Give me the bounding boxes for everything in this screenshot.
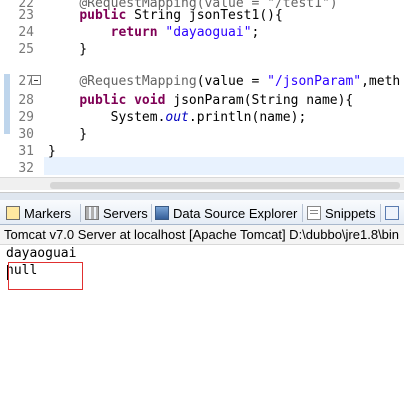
line-number: 25 — [18, 42, 34, 57]
code-line: System.out.println(name); — [48, 110, 307, 125]
code-line: public void jsonParam(String name){ — [48, 93, 353, 108]
code-token: out — [165, 110, 189, 125]
console-icon — [385, 206, 399, 220]
code-token: "/jsonParam" — [267, 74, 362, 89]
console-title: Tomcat v7.0 Server at localhost [Apache … — [0, 225, 404, 245]
code-token: } — [48, 42, 88, 57]
line-number-gutter: 22 23 24 25 27 28 29 30 31 32 — [0, 0, 44, 190]
highlight-box — [8, 262, 83, 290]
line-number: 28 — [18, 93, 34, 108]
tab-separator — [80, 204, 81, 222]
tab-separator — [302, 204, 303, 222]
code-token: } — [48, 127, 88, 142]
code-token: .println(name); — [188, 110, 307, 125]
code-line: } — [48, 144, 56, 159]
fold-toggle-icon[interactable] — [31, 75, 41, 85]
code-token: String jsonTest1(){ — [126, 8, 283, 23]
code-token: jsonParam(String name){ — [165, 93, 354, 108]
line-number: 31 — [18, 144, 34, 159]
tab-label: Snippets — [325, 205, 376, 221]
tab-label: Servers — [103, 205, 148, 221]
text-caret — [7, 265, 8, 280]
markers-icon — [6, 206, 20, 220]
tab-servers[interactable]: Servers — [85, 203, 148, 223]
code-line: @RequestMapping(value = "/jsonParam",met… — [48, 74, 400, 89]
line-number: 24 — [18, 25, 34, 40]
code-line: } — [48, 42, 87, 57]
code-line: } — [48, 127, 87, 142]
tab-markers[interactable]: Markers — [6, 203, 71, 223]
code-token: } — [48, 144, 56, 159]
code-token: ,meth — [361, 74, 401, 89]
code-line: return "dayaoguai"; — [48, 25, 260, 40]
scrollbar-thumb[interactable] — [50, 182, 400, 189]
code-token: return — [110, 25, 158, 40]
code-token: (value = — [196, 74, 268, 89]
servers-icon — [85, 206, 99, 220]
tab-separator — [151, 204, 152, 222]
code-editor[interactable]: 22 23 24 25 27 28 29 30 31 32 @RequestMa… — [0, 0, 404, 190]
code-line: public String jsonTest1(){ — [48, 8, 283, 23]
tab-snippets[interactable]: Snippets — [307, 203, 376, 223]
snippets-icon — [307, 206, 321, 220]
data-source-explorer-icon — [155, 206, 169, 220]
line-number: 29 — [18, 110, 34, 125]
code-token: public — [79, 93, 127, 108]
tab-label: Markers — [24, 205, 71, 221]
code-token: "dayaoguai" — [165, 25, 252, 40]
tab-separator — [380, 204, 381, 222]
line-number: 32 — [18, 161, 34, 176]
code-token: public — [79, 8, 127, 23]
code-token: @RequestMapping — [79, 74, 197, 89]
tab-data-source-explorer[interactable]: Data Source Explorer — [155, 203, 297, 223]
current-line-highlight — [44, 157, 404, 175]
console-output-line: dayaoguai — [6, 246, 77, 261]
line-number: 30 — [18, 127, 34, 142]
tab-label: Data Source Explorer — [173, 205, 298, 221]
line-number: 23 — [18, 8, 34, 23]
panel-divider[interactable] — [0, 192, 404, 200]
horizontal-scrollbar[interactable] — [0, 177, 404, 190]
view-tab-bar: Markers Servers Data Source Explorer Sni… — [0, 200, 404, 225]
code-token: System. — [48, 110, 166, 125]
tab-console[interactable] — [385, 203, 399, 223]
code-token: ; — [251, 25, 260, 40]
code-token: void — [134, 93, 166, 108]
